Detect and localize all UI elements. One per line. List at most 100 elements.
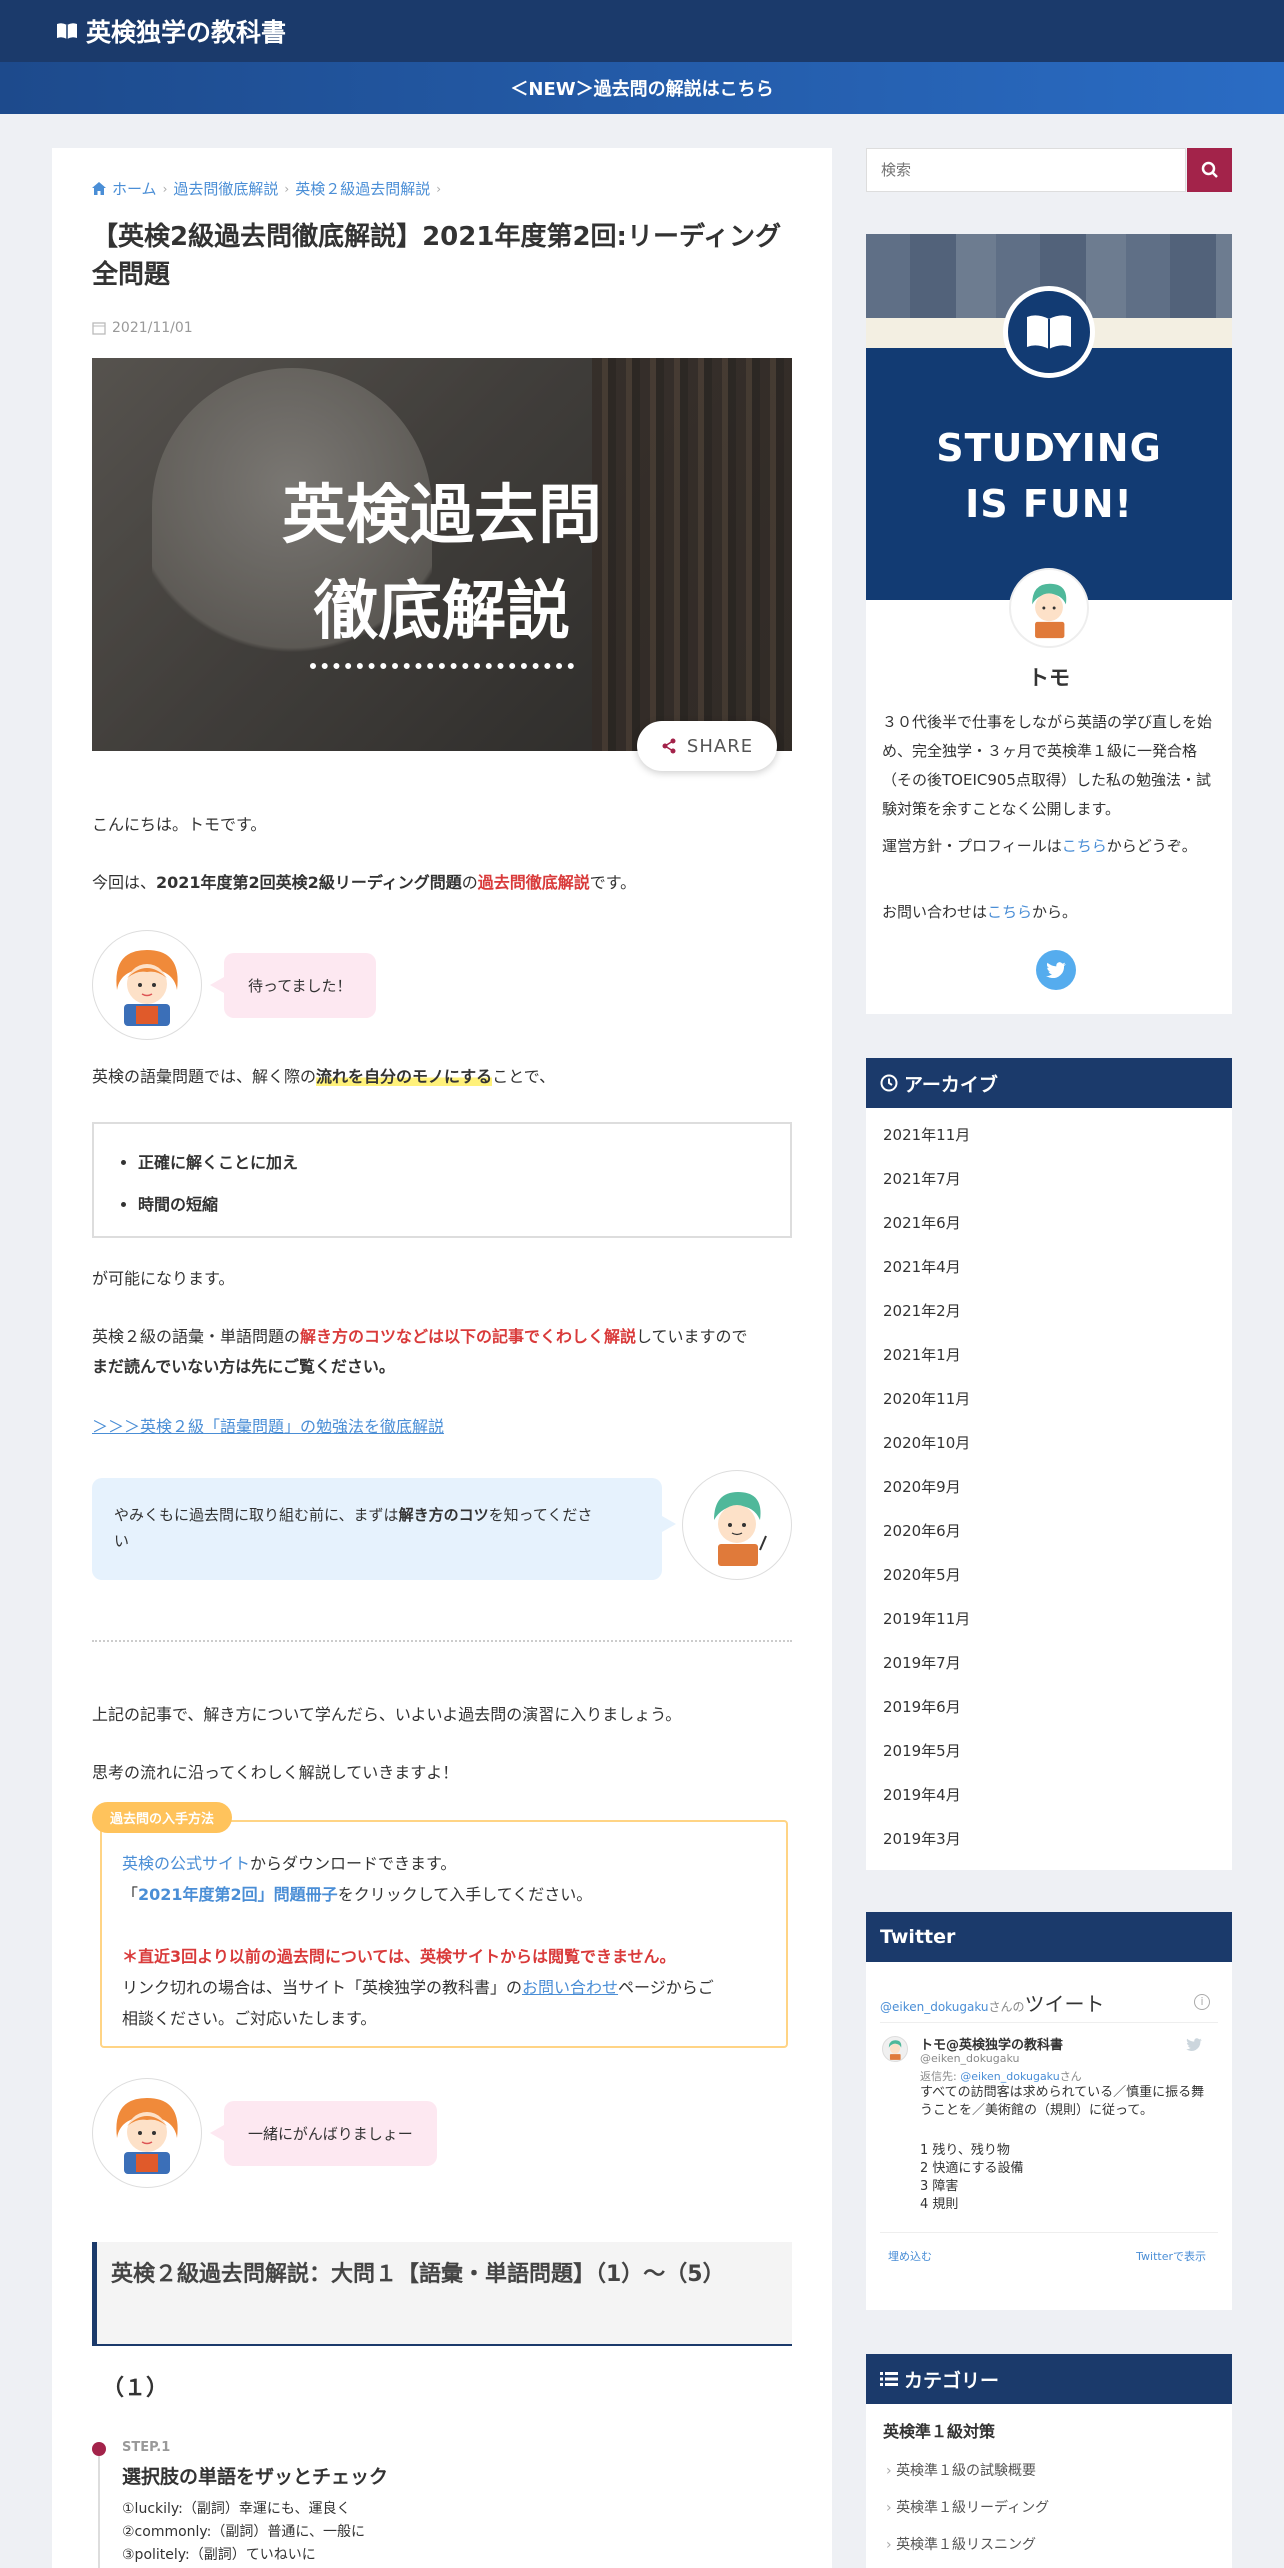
archive-item[interactable]: 2019年6月	[883, 1696, 961, 1717]
twitter-widget: @eiken_dokugakuさんのツイート i トモ@英検独学の教科書 @ei…	[866, 1962, 1232, 2310]
speech-balloon-1: 待ってました！	[92, 930, 376, 1040]
boy-avatar-icon	[888, 2040, 902, 2060]
question-booklet-link[interactable]: 2021年度第2回」問題冊子	[138, 1885, 338, 1904]
chevron-right-icon: ›	[436, 181, 442, 196]
step-label: STEP.1	[122, 2440, 171, 2455]
source-warning: ＊直近3回より以前の過去問については、英検サイトからは閲覧できません。	[122, 1947, 676, 1966]
section-heading: 英検２級過去問解説：大問１【語彙・単語問題】（1）〜（5）	[92, 2242, 792, 2346]
news-banner[interactable]: ＜NEW＞過去問の解説はこちら	[0, 62, 1284, 114]
greeting-text: こんにちは。トモです。	[92, 815, 267, 834]
boy-avatar-icon	[714, 1492, 767, 1566]
contact-link[interactable]: こちら	[987, 903, 1032, 921]
share-button[interactable]: SHARE	[637, 721, 777, 771]
chevron-right-icon: ›	[162, 181, 168, 196]
archive-item[interactable]: 2020年5月	[883, 1564, 961, 1585]
policy-link[interactable]: こちら	[1062, 837, 1107, 855]
profile-description: ３０代後半で仕事をしながら英語の学び直しを始め、完全独学・３ヶ月で英検準１級に一…	[882, 713, 1213, 818]
speech-bubble-1: 待ってました！	[210, 952, 376, 1018]
speech-balloon-2: やみくもに過去問に取り組む前に、まずは解き方のコツを知ってください	[92, 1470, 792, 1588]
girl-avatar-icon	[116, 2098, 178, 2174]
list-item: ①luckily:（副詞）幸運にも、運良く	[122, 2501, 351, 2517]
page-title: 【英検2級過去問徹底解説】2021年度第2回:リーディング全問題	[92, 222, 782, 290]
profile-avatar	[1009, 568, 1089, 648]
archive-item[interactable]: 2019年3月	[883, 1828, 961, 1849]
breadcrumb-home[interactable]: ホーム	[112, 178, 157, 199]
possible-text: が可能になります。	[92, 1269, 235, 1288]
list-item: ③politely:（副詞）ていねいに	[122, 2547, 316, 2563]
after-text-1: 上記の記事で、解き方について学んだら、いよいよ過去問の演習に入りましょう。	[92, 1705, 682, 1724]
site-header: 英検独学の教科書	[0, 0, 1284, 62]
after-text-2: 思考の流れに沿ってくわしく解説していきますよ！	[92, 1763, 459, 1782]
archive-item[interactable]: 2020年9月	[883, 1476, 961, 1497]
tweet-body: すべての訪問客は求められている／慎重に振る舞うことを／美術館の（規則）に従って。	[920, 2085, 1205, 2118]
category-parent[interactable]: 英検準１級対策	[883, 2418, 995, 2442]
archive-item[interactable]: 2019年4月	[883, 1784, 961, 1805]
breadcrumb-subcategory[interactable]: 英検２級過去問解説	[295, 178, 430, 199]
archive-list: 2021年11月 2021年7月 2021年6月 2021年4月 2021年2月 2021…	[866, 1108, 1232, 1870]
list-item: 正確に解くことに加え	[138, 1142, 790, 1184]
contact-link[interactable]: お問い合わせ	[522, 1978, 618, 1997]
search-icon	[1201, 161, 1218, 178]
info-icon[interactable]: i	[1194, 1994, 1210, 2010]
speech-bubble-3: 一緒にがんばりましょー	[210, 2100, 437, 2166]
twitter-handle-link[interactable]: @eiken_dokugaku	[880, 2000, 989, 2014]
calendar-icon	[92, 322, 106, 335]
archive-item[interactable]: 2019年11月	[883, 1608, 970, 1629]
profile-header-image: STUDYING IS FUN!	[866, 234, 1232, 600]
girl-avatar	[92, 2078, 202, 2188]
hero-title: 英検過去問 徹底解説	[282, 479, 602, 649]
share-icon	[662, 738, 676, 754]
profile-policy: 運営方針・プロフィールはこちらからどうぞ。	[882, 837, 1197, 855]
main-content: ホーム › 過去問徹底解説 › 英検２級過去問解説 › 【英検2級過去問徹底解説…	[52, 148, 832, 2568]
boy-avatar	[682, 1470, 792, 1580]
archive-item[interactable]: 2020年11月	[883, 1388, 970, 1409]
site-title[interactable]: 英検独学の教科書	[86, 13, 286, 49]
category-item[interactable]: › 英検準１級リーディング	[886, 2497, 1049, 2517]
archive-item[interactable]: 2021年1月	[883, 1344, 961, 1365]
tweet-list: 1 残り、残り物 2 快適にする設備 3 障害 4 規則	[920, 2143, 1024, 2212]
list-icon	[880, 2372, 898, 2386]
archive-item[interactable]: 2021年11月	[883, 1124, 970, 1145]
tweet-author[interactable]: トモ@英検独学の教科書	[920, 2034, 1063, 2053]
category-widget-title: カテゴリー	[866, 2354, 1232, 2404]
profile-contact: お問い合わせはこちらから。	[882, 903, 1078, 921]
vocab-article-link[interactable]: ＞＞＞英検２級「語彙問題」の勉強法を徹底解説	[92, 1412, 797, 1442]
home-icon	[92, 182, 106, 195]
search-button[interactable]	[1187, 148, 1232, 192]
archive-item[interactable]: 2020年10月	[883, 1432, 970, 1453]
list-item: 時間の短縮	[138, 1184, 790, 1226]
profile-widget: STUDYING IS FUN! トモ ３０代後半で仕事をしながら英語の学び直し…	[866, 234, 1232, 1014]
tweet-reply-to: 返信先: @eiken_dokugakuさん	[920, 2070, 1082, 2083]
archive-item[interactable]: 2019年5月	[883, 1740, 961, 1761]
question-heading: （１）	[102, 2376, 169, 2401]
breadcrumb: ホーム › 過去問徹底解説 › 英検２級過去問解説 ›	[92, 178, 441, 199]
search-input[interactable]	[866, 148, 1186, 192]
category-item[interactable]: › 英検準１級リスニング	[886, 2534, 1036, 2554]
view-on-twitter-link[interactable]: Twitterで表示	[1136, 2248, 1206, 2264]
step-title: 選択肢の単語をザッとチェック	[122, 2466, 389, 2488]
archive-item[interactable]: 2019年7月	[883, 1652, 961, 1673]
archive-item[interactable]: 2021年2月	[883, 1300, 961, 1321]
step-dot	[92, 2442, 106, 2456]
step-block: STEP.1 選択肢の単語をザッとチェック ①luckily:（副詞）幸運にも、…	[92, 2436, 792, 2568]
archive-item[interactable]: 2021年4月	[883, 1256, 961, 1277]
boy-avatar-icon	[1032, 583, 1067, 639]
tweet-embed-link[interactable]: 埋め込む	[888, 2248, 932, 2264]
hero-divider	[310, 663, 574, 669]
archive-item[interactable]: 2020年6月	[883, 1520, 961, 1541]
archive-item[interactable]: 2021年7月	[883, 1168, 961, 1189]
twitter-widget-title: Twitter	[866, 1912, 1232, 1962]
open-book-icon	[1027, 315, 1071, 349]
category-item[interactable]: › 英検準１級の試験概要	[886, 2460, 1036, 2480]
studying-banner: STUDYING IS FUN!	[936, 426, 1162, 526]
breadcrumb-category[interactable]: 過去問徹底解説	[173, 178, 278, 199]
tips-text: 英検２級の語彙・単語問題の解き方のコツなどは以下の記事でくわしく解説していますの…	[92, 1327, 748, 1376]
profile-name: トモ	[1028, 666, 1070, 690]
book-icon	[57, 23, 77, 39]
official-site-link[interactable]: 英検の公式サイト	[122, 1854, 250, 1873]
twitter-follow-button[interactable]	[1036, 950, 1076, 990]
archive-item[interactable]: 2021年6月	[883, 1212, 961, 1233]
speech-balloon-3: 一緒にがんばりましょー	[92, 2078, 437, 2188]
category-list: 英検準１級対策 › 英検準１級の試験概要 › 英検準１級リーディング › 英検準…	[866, 2404, 1232, 2568]
hero-image: 英検過去問 徹底解説	[92, 358, 792, 751]
